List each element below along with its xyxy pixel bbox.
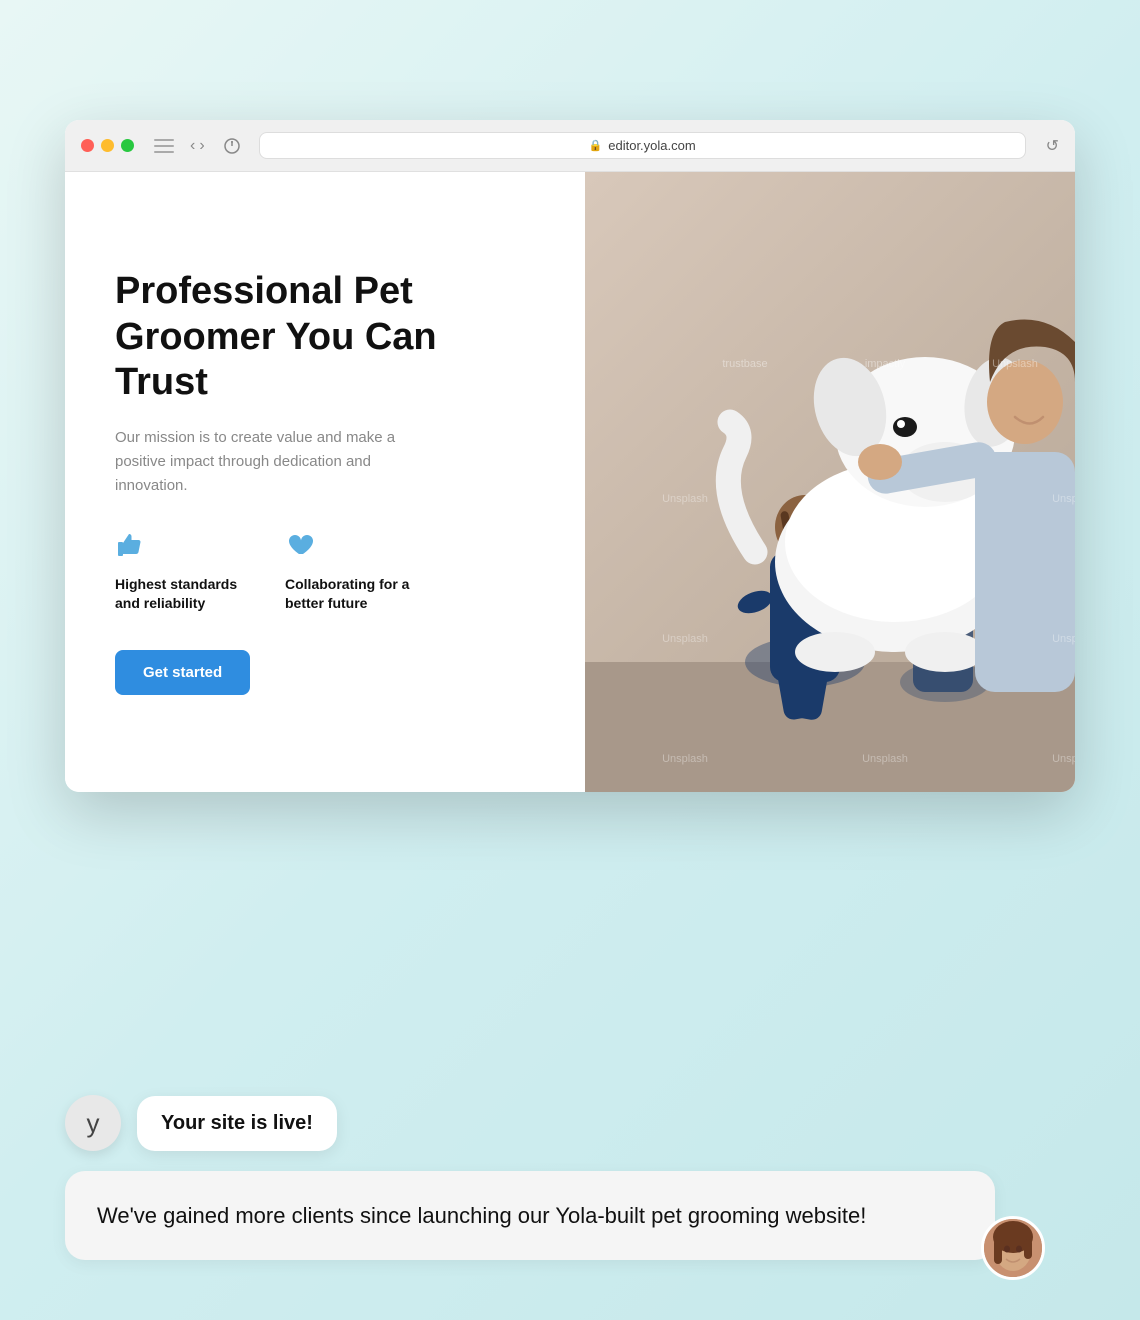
url-text: editor.yola.com <box>608 138 695 153</box>
get-started-button[interactable]: Get started <box>115 650 250 695</box>
minimize-button[interactable] <box>101 139 114 152</box>
back-arrow[interactable]: ‹ <box>190 138 195 154</box>
svg-text:Unsplash: Unsplash <box>862 753 908 765</box>
svg-text:trustbase: trustbase <box>722 358 767 370</box>
browser-controls <box>154 139 174 153</box>
maximize-button[interactable] <box>121 139 134 152</box>
chat-notification: y Your site is live! <box>65 1095 1075 1151</box>
forward-arrow[interactable]: › <box>199 138 204 154</box>
hero-left-panel: Professional Pet Groomer You Can Trust O… <box>65 172 585 792</box>
chat-section: y Your site is live! We've gained more c… <box>65 1095 1075 1260</box>
svg-text:Unsplash: Unsplash <box>662 753 708 765</box>
hero-title: Professional Pet Groomer You Can Trust <box>115 269 535 406</box>
hero-scene-svg: trustbase impactly Unpslash Unsplash Uns… <box>585 172 1075 792</box>
svg-text:Unsplash: Unsplash <box>662 633 708 645</box>
sidebar-icon[interactable] <box>154 139 174 153</box>
svg-text:Unpslash: Unpslash <box>992 358 1038 370</box>
hero-right-image: trustbase impactly Unpslash Unsplash Uns… <box>585 172 1075 792</box>
close-button[interactable] <box>81 139 94 152</box>
nav-arrows: ‹ › <box>190 138 205 154</box>
lock-icon: 🔒 <box>589 139 603 152</box>
testimonial-text: We've gained more clients since launchin… <box>97 1203 866 1228</box>
feature-item-2: Collaborating for a better future <box>285 530 415 614</box>
feature-item-1: Highest standards and reliability <box>115 530 245 614</box>
feature-1-label: Highest standards and reliability <box>115 575 245 614</box>
hero-description: Our mission is to create value and make … <box>115 426 415 498</box>
browser-content: Professional Pet Groomer You Can Trust O… <box>65 172 1075 792</box>
svg-text:Unsplash: Unsplash <box>1052 493 1075 505</box>
features-row: Highest standards and reliability Collab… <box>115 530 535 614</box>
svg-text:Unsplash: Unsplash <box>662 493 708 505</box>
thumbsup-icon <box>115 530 245 565</box>
svg-text:Unsplash: Unsplash <box>1052 753 1075 765</box>
testimonial-bubble: We've gained more clients since launchin… <box>65 1171 995 1260</box>
reload-button[interactable]: ↺ <box>1046 136 1059 156</box>
address-bar[interactable]: 🔒 editor.yola.com <box>259 132 1026 159</box>
svg-text:Unsplash: Unsplash <box>1052 633 1075 645</box>
notification-text: Your site is live! <box>161 1112 313 1134</box>
user-avatar <box>981 1216 1045 1280</box>
traffic-lights <box>81 139 134 152</box>
feature-2-label: Collaborating for a better future <box>285 575 415 614</box>
browser-titlebar: ‹ › 🔒 editor.yola.com ↺ <box>65 120 1075 172</box>
browser-window: ‹ › 🔒 editor.yola.com ↺ Professional Pet… <box>65 120 1075 792</box>
notification-bubble: Your site is live! <box>137 1096 337 1151</box>
heart-icon <box>285 530 415 565</box>
yola-avatar: y <box>65 1095 121 1151</box>
svg-text:impactly: impactly <box>865 358 906 370</box>
